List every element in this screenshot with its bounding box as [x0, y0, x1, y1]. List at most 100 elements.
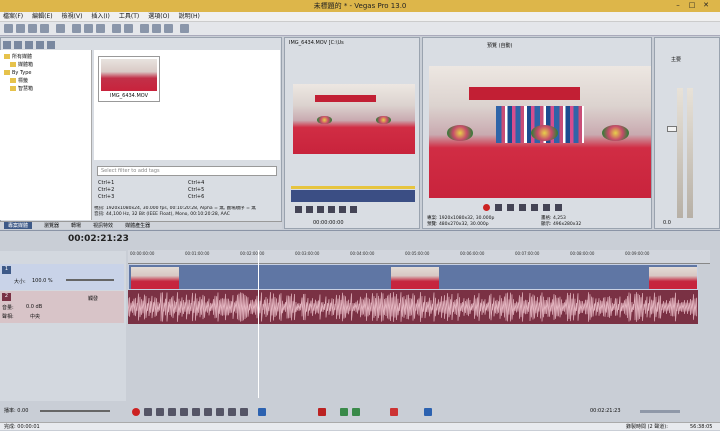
- play-from-start-icon[interactable]: [156, 408, 164, 416]
- capture-icon[interactable]: [14, 41, 22, 49]
- playhead-cursor[interactable]: [258, 250, 259, 398]
- preview-quality-dropdown[interactable]: 預覽 (自動): [487, 42, 513, 49]
- pause-icon[interactable]: [317, 206, 324, 213]
- explorer-toolbar: [3, 41, 279, 50]
- paste-icon[interactable]: [96, 24, 105, 33]
- tree-item-smart-bins[interactable]: 智慧箱: [10, 86, 33, 93]
- prev-frame-icon[interactable]: [228, 408, 236, 416]
- media-thumbnail[interactable]: IMG_6434.MOV: [98, 56, 160, 102]
- tree-item-all-media[interactable]: 所有媒體: [4, 54, 32, 61]
- zoom-slider[interactable]: [640, 410, 680, 413]
- save-icon[interactable]: [28, 24, 37, 33]
- maximize-button[interactable]: □: [686, 1, 698, 10]
- folder-icon: [4, 54, 10, 59]
- tag-filter-input[interactable]: Select filter to add tags: [97, 166, 277, 176]
- cut-icon[interactable]: [72, 24, 81, 33]
- tab-explorer[interactable]: 瀏覽器: [44, 222, 59, 229]
- properties-icon[interactable]: [40, 24, 49, 33]
- timeline-timecode: 00:02:21:23: [68, 234, 129, 244]
- loop-icon[interactable]: [144, 408, 152, 416]
- pause-icon[interactable]: [519, 204, 526, 211]
- rate-slider[interactable]: [40, 410, 110, 412]
- next-frame-icon[interactable]: [240, 408, 248, 416]
- menu-help[interactable]: 說明(H): [179, 12, 200, 21]
- tab-transitions[interactable]: 轉場: [71, 222, 81, 229]
- audio-event[interactable]: [128, 290, 698, 324]
- video-thumbnail: [391, 267, 439, 289]
- audio-mode[interactable]: 觸發: [88, 295, 98, 302]
- audio-track-header[interactable]: 2 音量: 0.0 dB 聲相: 中央 觸發: [0, 291, 124, 323]
- undo-icon[interactable]: [112, 24, 121, 33]
- tab-project-media[interactable]: 專案媒體: [4, 222, 33, 229]
- menu-edit[interactable]: 編輯(E): [32, 12, 52, 21]
- copy-icon[interactable]: [84, 24, 93, 33]
- stop-icon[interactable]: [192, 408, 200, 416]
- tree-item-by-type[interactable]: By Type: [4, 70, 31, 77]
- trimmer-path[interactable]: [C:\Us: [329, 40, 344, 46]
- close-button[interactable]: ✕: [700, 1, 712, 10]
- lock-envelopes-icon[interactable]: [164, 24, 173, 33]
- snap-enable-icon[interactable]: [424, 408, 432, 416]
- loop-icon[interactable]: [295, 206, 302, 213]
- shortcut-item[interactable]: Ctrl+6: [188, 194, 204, 201]
- video-level-slider[interactable]: [66, 279, 114, 281]
- import-media-icon[interactable]: [3, 41, 11, 49]
- go-start-icon[interactable]: [204, 408, 212, 416]
- ignore-grouping-icon[interactable]: [180, 24, 189, 33]
- tree-item-media-bins[interactable]: 媒體箱: [10, 62, 33, 69]
- go-end-icon[interactable]: [216, 408, 224, 416]
- new-project-icon[interactable]: [4, 24, 13, 33]
- play-icon[interactable]: [306, 206, 313, 213]
- remove-media-icon[interactable]: [36, 41, 44, 49]
- tree-item-tags[interactable]: 標籤: [10, 78, 28, 85]
- redo-icon[interactable]: [124, 24, 133, 33]
- tab-media-generators[interactable]: 媒體產生器: [125, 222, 150, 229]
- menu-insert[interactable]: 插入(I): [91, 12, 109, 21]
- trim-start-icon[interactable]: [340, 408, 348, 416]
- trim-end-icon[interactable]: [352, 408, 360, 416]
- ruler-tick: 00:02:00:00: [240, 251, 265, 256]
- menu-file[interactable]: 檔案(F): [3, 12, 23, 21]
- menu-view[interactable]: 檢視(V): [62, 12, 83, 21]
- shortcut-item[interactable]: Ctrl+2: [98, 187, 114, 194]
- preview-transport: [483, 204, 562, 211]
- go-end-icon[interactable]: [555, 204, 562, 211]
- go-start-icon[interactable]: [543, 204, 550, 211]
- auto-crossfade-icon[interactable]: [152, 24, 161, 33]
- get-media-icon[interactable]: [25, 41, 33, 49]
- shortcut-item[interactable]: Ctrl+1: [98, 180, 114, 187]
- folder-icon: [10, 78, 16, 83]
- normal-edit-tool-icon[interactable]: [258, 408, 266, 416]
- play-icon[interactable]: [507, 204, 514, 211]
- trimmer-panel: IMG_6434.MOV [C:\Us 00:00:00:00: [284, 37, 420, 229]
- next-frame-icon[interactable]: [350, 206, 357, 213]
- master-fader-handle[interactable]: [667, 126, 677, 132]
- pause-icon[interactable]: [180, 408, 188, 416]
- play-icon[interactable]: [168, 408, 176, 416]
- shortcut-item[interactable]: Ctrl+5: [188, 187, 204, 194]
- video-event[interactable]: [128, 264, 698, 290]
- loop-icon[interactable]: [495, 204, 502, 211]
- menu-options[interactable]: 選項(O): [148, 12, 169, 21]
- prev-frame-icon[interactable]: [339, 206, 346, 213]
- record-icon[interactable]: [132, 408, 140, 416]
- record-icon[interactable]: [483, 204, 490, 211]
- stop-icon[interactable]: [531, 204, 538, 211]
- views-icon[interactable]: [47, 41, 55, 49]
- delete-icon[interactable]: [318, 408, 326, 416]
- render-icon[interactable]: [56, 24, 65, 33]
- snap-icon[interactable]: [140, 24, 149, 33]
- marker-icon[interactable]: [390, 408, 398, 416]
- ruler-tick: 00:04:00:00: [350, 251, 375, 256]
- cursor-position: 00:02:21:23: [590, 408, 621, 414]
- video-track-header[interactable]: 1 大小: 100.0 %: [0, 264, 124, 290]
- shortcut-item[interactable]: Ctrl+4: [188, 180, 204, 187]
- minimize-button[interactable]: –: [672, 1, 684, 10]
- open-icon[interactable]: [16, 24, 25, 33]
- shortcut-item[interactable]: Ctrl+3: [98, 194, 114, 201]
- tab-video-fx[interactable]: 視訊特效: [93, 222, 113, 229]
- menu-tools[interactable]: 工具(T): [119, 12, 139, 21]
- trimmer-selection-bar[interactable]: [291, 186, 415, 189]
- timeline-ruler[interactable]: 00:00:00:00 00:01:00:00 00:02:00:00 00:0…: [128, 250, 710, 264]
- stop-icon[interactable]: [328, 206, 335, 213]
